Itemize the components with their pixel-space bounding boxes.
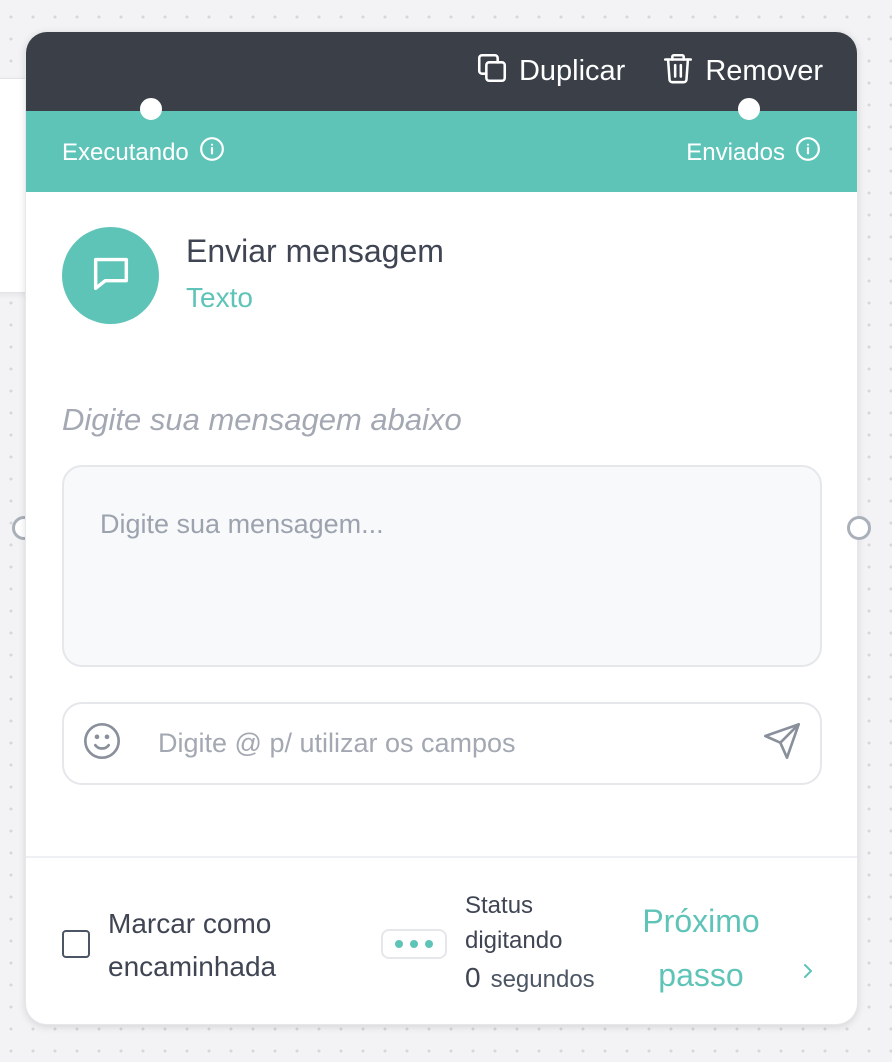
sent-indicator-dot <box>738 98 760 120</box>
info-icon[interactable] <box>795 136 821 169</box>
chevron-right-icon[interactable] <box>800 958 816 989</box>
trash-icon <box>661 51 695 93</box>
send-icon[interactable] <box>762 721 802 766</box>
typing-status-title: Status digitando <box>465 892 563 954</box>
status-strip: Executando Enviados <box>26 111 857 192</box>
duplicate-button[interactable]: Duplicar <box>475 51 625 93</box>
typing-status: Status digitando 0 segundos <box>465 888 595 997</box>
smiley-icon[interactable] <box>82 721 122 766</box>
remove-label: Remover <box>705 55 823 87</box>
forward-checkbox[interactable] <box>62 930 90 958</box>
forward-label[interactable]: Marcar como encaminhada <box>108 902 328 988</box>
executing-label: Executando <box>62 138 189 166</box>
typing-indicator <box>381 929 447 959</box>
node-footer: Marcar como encaminhada Status digitando… <box>26 856 857 1024</box>
sent-status[interactable]: Enviados <box>686 134 821 169</box>
info-icon[interactable] <box>199 136 225 169</box>
next-step-button[interactable]: Próximo passo <box>626 894 776 1002</box>
field-input-placeholder: Digite @ p/ utilizar os campos <box>158 728 516 758</box>
node-header: Enviar mensagem Texto <box>62 227 444 324</box>
duplicate-label: Duplicar <box>518 55 626 87</box>
node-avatar <box>62 227 159 324</box>
field-input[interactable]: Digite @ p/ utilizar os campos <box>62 702 822 785</box>
executing-indicator-dot <box>140 98 162 120</box>
message-textarea[interactable]: Digite sua mensagem... <box>62 465 822 667</box>
chat-bubble-icon <box>88 250 134 301</box>
send-message-node[interactable]: Duplicar Remover Executando Enviados Env… <box>25 31 858 1025</box>
typing-seconds-value[interactable]: 0 <box>465 960 481 995</box>
output-connection-handle[interactable] <box>847 516 871 540</box>
sent-label: Enviados <box>686 138 785 166</box>
node-title: Enviar mensagem <box>186 233 444 269</box>
node-subtitle: Texto <box>186 282 253 313</box>
remove-button[interactable]: Remover <box>661 51 823 93</box>
executing-status[interactable]: Executando <box>62 134 225 169</box>
typing-seconds-unit: segundos <box>490 966 595 993</box>
message-hint: Digite sua mensagem abaixo <box>62 402 462 437</box>
copy-icon <box>475 51 509 93</box>
message-placeholder: Digite sua mensagem... <box>100 509 384 539</box>
